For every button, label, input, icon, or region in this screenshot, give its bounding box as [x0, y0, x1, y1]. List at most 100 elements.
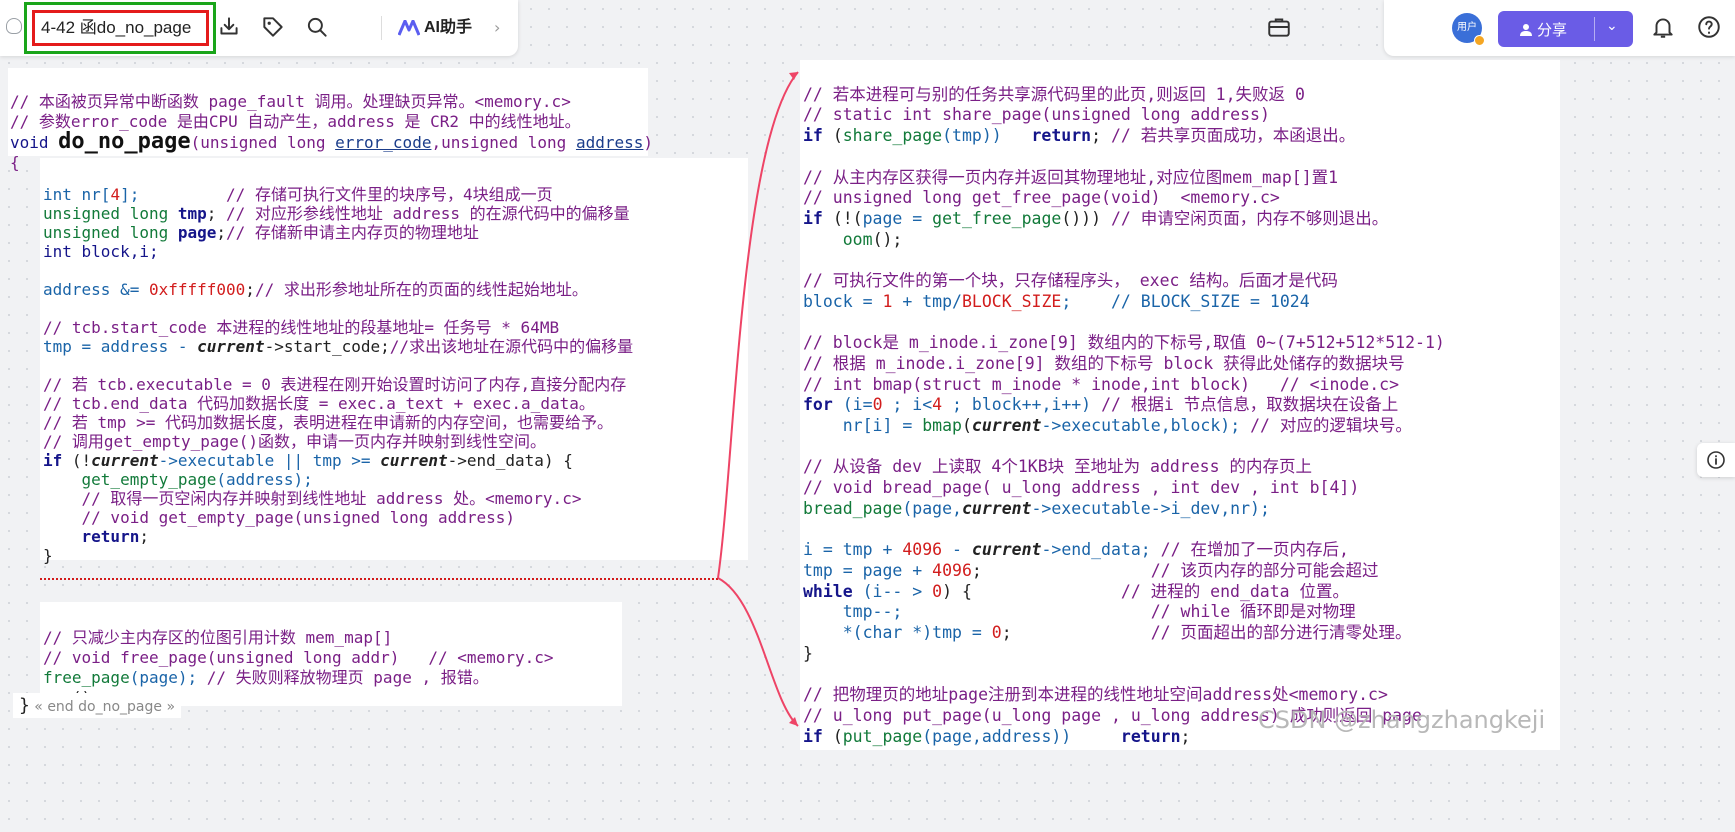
code-token: ; [971, 560, 1151, 580]
ai-assistant-button[interactable]: AI助手 [398, 14, 472, 42]
toolbox-icon[interactable] [1266, 14, 1292, 40]
code-token: block = [803, 291, 883, 311]
code-token: ->start_code; [264, 337, 390, 356]
code-token: (!( [832, 208, 863, 228]
code-token: ; [1091, 126, 1111, 146]
code-token: ->executable,block); [1041, 415, 1251, 435]
search-icon[interactable] [304, 14, 330, 40]
code-token: tmp [177, 204, 207, 223]
comment: // 若共享页面成功，本函退出。 [1110, 126, 1356, 146]
code-token: (i-- > [852, 581, 933, 601]
comment: // 若 tcb.executable = 0 表进程在刚开始设置时访问了内存,… [43, 375, 627, 394]
comment: // 若 tmp >= 代码加数据长度，表明进程在申请新的内存空间，也需要给予。 [43, 413, 613, 432]
code-token: i = tmp + [803, 540, 903, 560]
chevron-right-icon[interactable]: › [494, 18, 500, 37]
keyword: for [803, 395, 843, 415]
code-token: } [43, 546, 53, 565]
bell-icon[interactable] [1650, 14, 1676, 40]
comment: // 从设备 dev 上读取 4个1KB块 至地址为 address 的内存页上 [803, 457, 1312, 477]
code-token: unsigned long [43, 223, 178, 242]
info-panel-tab[interactable] [1697, 443, 1735, 477]
toolbar-divider [381, 16, 382, 40]
comment: // 存储可执行文件里的块序号，4块组成一页 [226, 185, 553, 204]
code-token: current [380, 451, 448, 470]
code-token: int block,i; [43, 242, 159, 261]
code-token: bread_page [803, 498, 903, 518]
share-text: 分享 [1537, 21, 1568, 39]
code-token: unsigned long [43, 204, 178, 223]
comment: //求出该地址在源代码中的偏移量 [389, 337, 634, 356]
keyword: void [10, 133, 59, 152]
end-function-tag[interactable]: } « end do_no_page » [13, 693, 182, 718]
code-token: 1 [882, 291, 893, 311]
code-body: int nr[4]; // 存储可执行文件里的块序号，4块组成一页 unsign… [43, 166, 633, 565]
download-icon[interactable] [216, 14, 242, 40]
comment: // 失败则释放物理页 page , 报错。 [206, 668, 489, 687]
dotted-connector [40, 578, 718, 580]
comment: // int bmap(struct m_inode * inode,int b… [803, 374, 1400, 394]
comment: // 申请空闲页面，内存不够则退出。 [1110, 208, 1389, 228]
code-token: current [197, 337, 265, 356]
document-title[interactable]: 4-42 函do_no_page [32, 10, 209, 46]
comment: // static int share_page(unsigned long a… [803, 105, 1270, 125]
end-brace: } [19, 695, 30, 716]
code-token: current [971, 415, 1042, 435]
code-token: ( [961, 415, 972, 435]
code-token: } [803, 643, 813, 663]
code-token: (); [872, 229, 903, 249]
code-token: int nr[ [43, 185, 111, 204]
code-token: oom [842, 229, 873, 249]
code-token: ->executable || tmp >= [158, 451, 381, 470]
param-name: error_code [335, 133, 432, 152]
code-token: tmp--; [842, 602, 903, 622]
comment: // 可执行文件的第一个块，只存储程序头， exec 结构。后面才是代码 [803, 271, 1338, 291]
code-token: 4096 [902, 540, 943, 560]
comment-line: // 本函被页异常中断函数 page_fault 调用。处理缺页异常。<memo… [10, 92, 571, 111]
comment: // 对应的逻辑块号。 [1250, 415, 1412, 435]
code-token: ]; [120, 185, 227, 204]
comment: // 根据i 节点信息，取数据块在设备上 [1101, 395, 1399, 415]
share-label: 分享 [1520, 19, 1567, 40]
keyword: if [803, 726, 833, 746]
code-token: (tmp)) [942, 126, 1032, 146]
code-token: bmap [922, 415, 962, 435]
ai-assistant-label: AI助手 [424, 19, 473, 36]
brace: { [10, 153, 20, 172]
chevron-down-icon[interactable]: ⌄ [1606, 18, 1618, 34]
code-token: ; [206, 204, 227, 223]
add-user-icon [1520, 24, 1532, 36]
keyword: if [803, 208, 833, 228]
connector-arrows [717, 71, 799, 727]
tag-icon[interactable] [260, 14, 286, 40]
code-token: ->executable->i_dev,nr); [1031, 498, 1270, 518]
code-token: page = [862, 208, 933, 228]
code-token: (page); [129, 668, 207, 687]
code-token: (page,address)) [922, 726, 1121, 746]
keyword: if [43, 451, 72, 470]
code-token: ())) [1061, 208, 1111, 228]
comment: // 进程的 end_data 位置。 [1120, 581, 1350, 601]
comment: // void get_empty_page(unsigned long add… [81, 508, 516, 527]
share-button[interactable]: 分享 ⌄ [1498, 11, 1633, 47]
code-token: ; [139, 527, 149, 546]
share-divider [1594, 17, 1595, 41]
code-token: tmp = address - [43, 337, 198, 356]
param-type: ,unsigned long [431, 133, 576, 152]
code-token: (page, [902, 498, 962, 518]
keyword: return [81, 527, 140, 546]
code-token: ; // BLOCK_SIZE = 1024 [1061, 291, 1310, 311]
code-token: *(char *)tmp = [842, 622, 992, 642]
keyword: if [803, 126, 833, 146]
comment: // unsigned long get_free_page(void) <me… [803, 188, 1280, 208]
code-token: 0 [991, 622, 1002, 642]
code-token: 0 [932, 581, 943, 601]
code-token: free_page [43, 668, 130, 687]
help-icon[interactable] [1696, 14, 1722, 40]
code-token: 4 [932, 395, 943, 415]
code-token: page [177, 223, 217, 242]
code-token: put_page [842, 726, 923, 746]
keyword: return [1031, 126, 1092, 146]
code-token: BLOCK_SIZE [961, 291, 1062, 311]
code-token: ; [245, 280, 255, 299]
